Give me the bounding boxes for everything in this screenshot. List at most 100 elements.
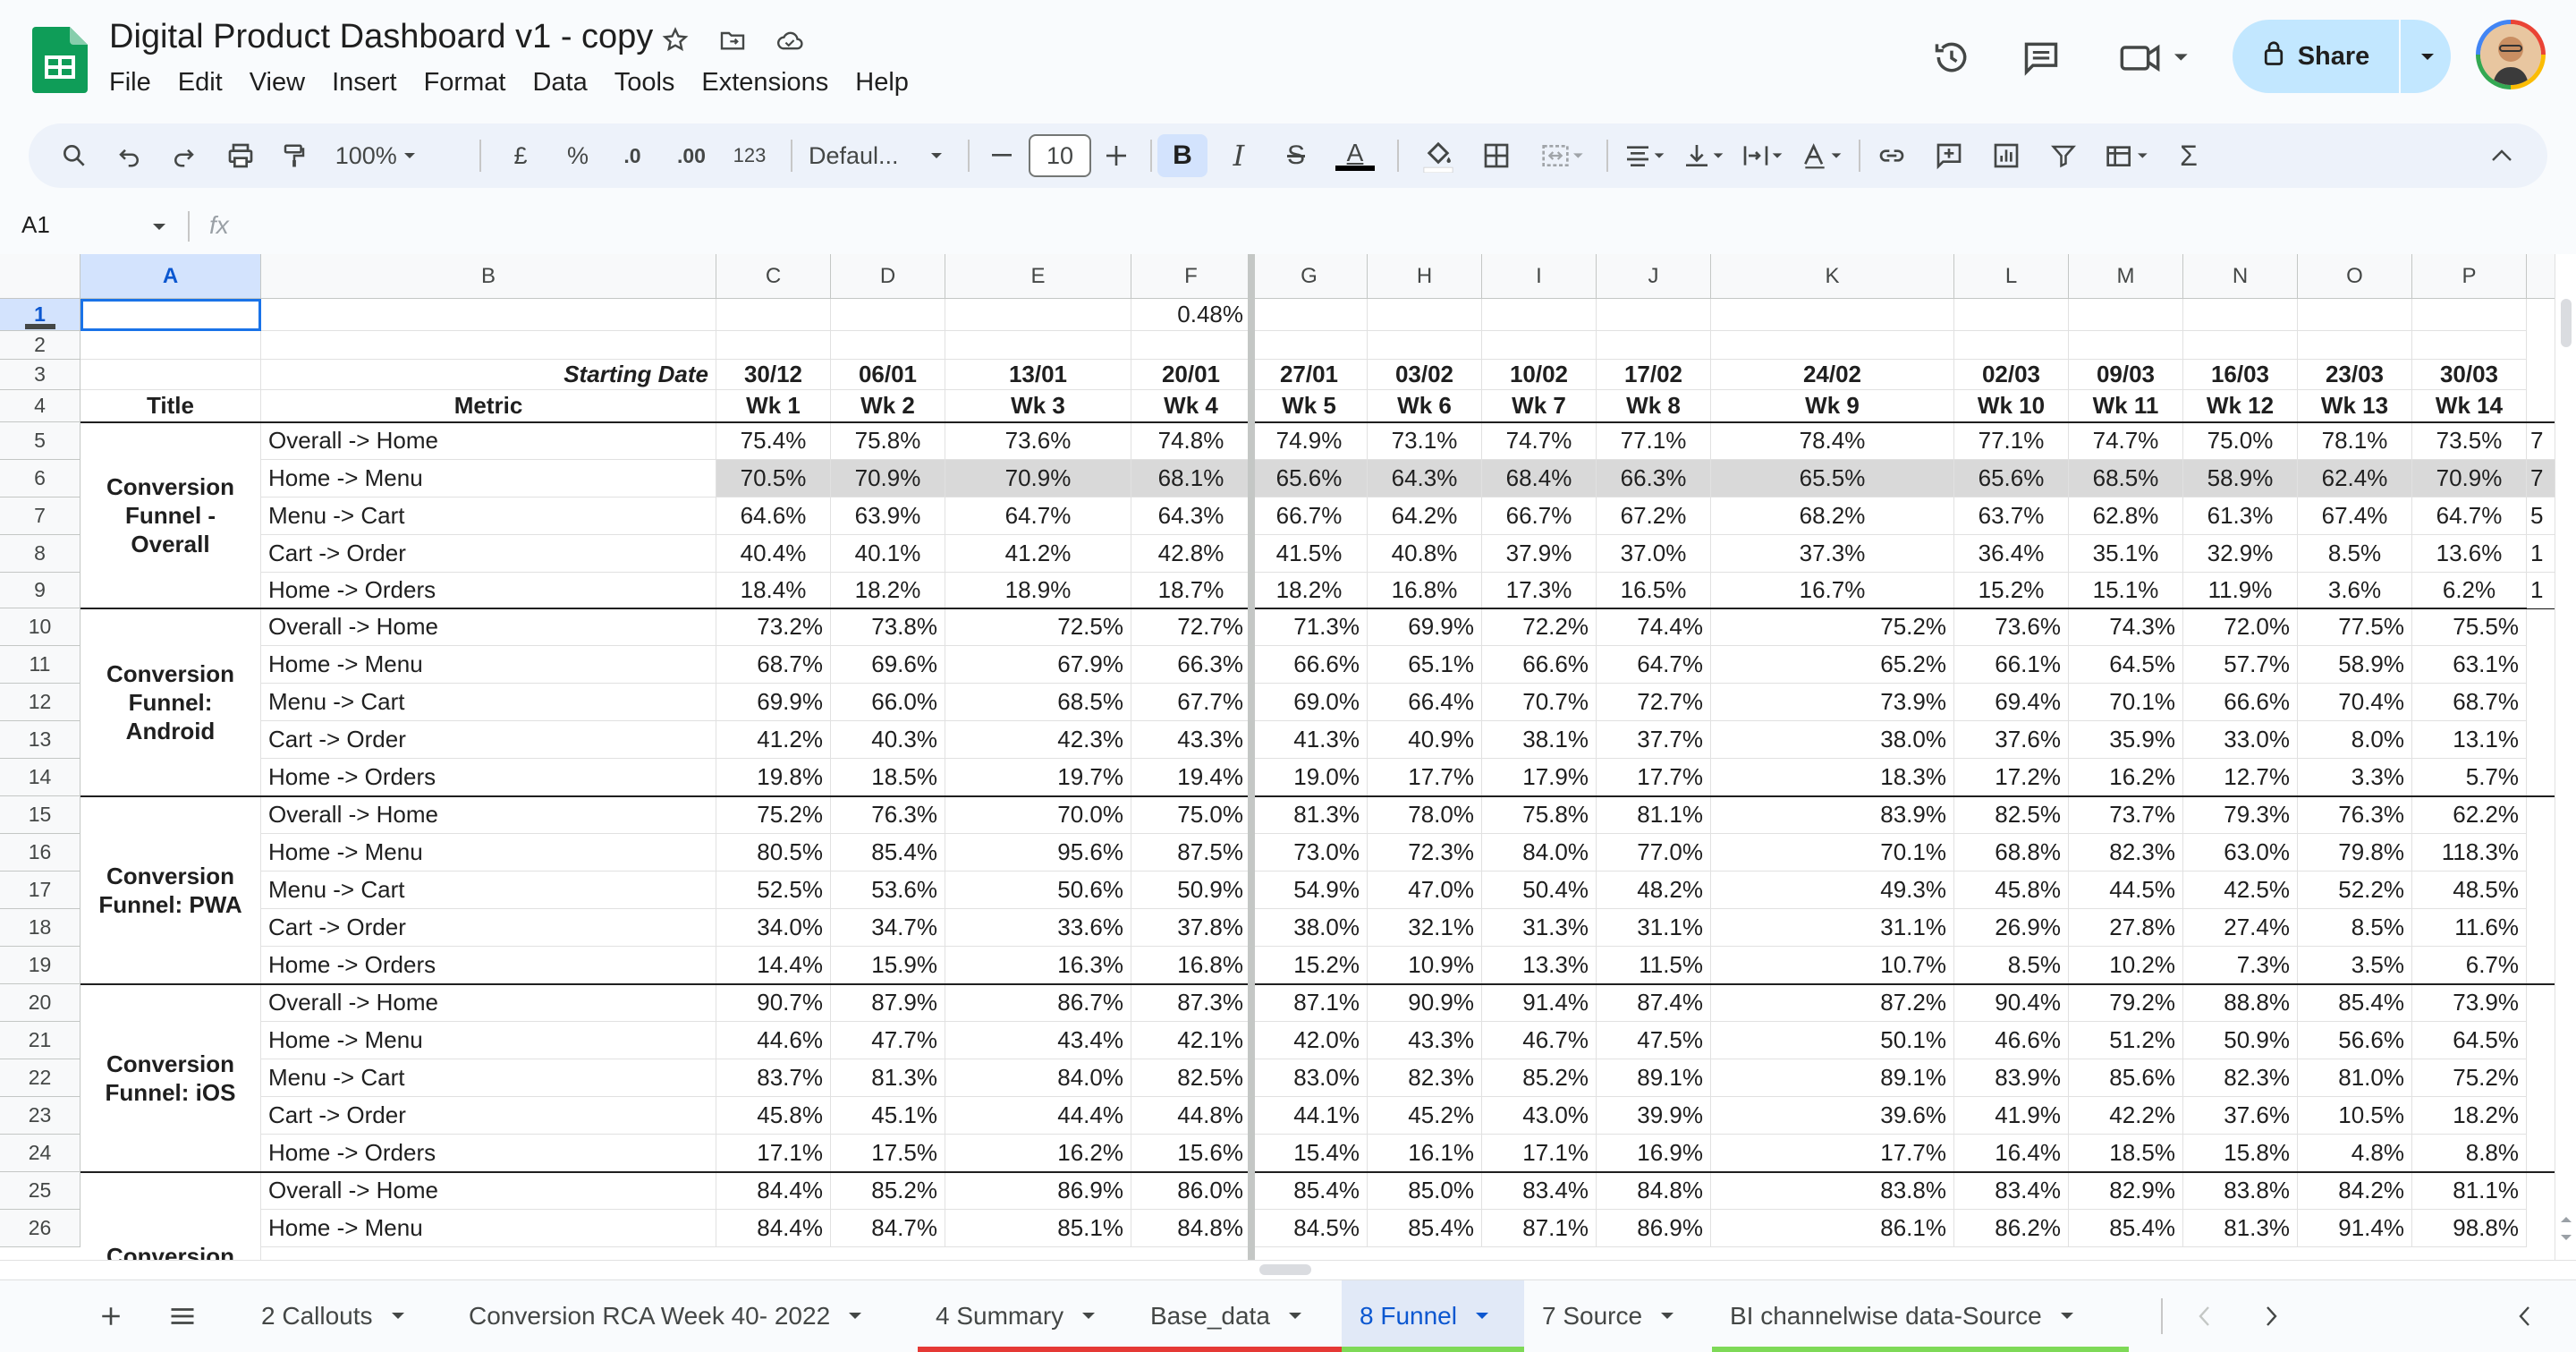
value-cell[interactable]: 17.5% bbox=[831, 1135, 945, 1172]
italic-button[interactable]: I bbox=[1218, 134, 1259, 177]
value-cell[interactable]: 13.6% bbox=[2412, 535, 2527, 573]
week-header-cell[interactable]: Wk 13 bbox=[2298, 390, 2412, 422]
value-cell[interactable]: 68.2% bbox=[1711, 497, 1954, 535]
metric-cell[interactable]: Overall -> Home bbox=[261, 1172, 716, 1210]
week-header-cell[interactable]: Wk 10 bbox=[1954, 390, 2069, 422]
value-cell[interactable]: 63.7% bbox=[1954, 497, 2069, 535]
value-cell[interactable]: 88.8% bbox=[2183, 984, 2298, 1022]
zoom-select[interactable]: 100% bbox=[333, 134, 419, 177]
value-cell[interactable]: 17.7% bbox=[1597, 759, 1711, 796]
value-cell[interactable]: 87.9% bbox=[831, 984, 945, 1022]
week-header-cell[interactable]: Wk 3 bbox=[945, 390, 1131, 422]
metric-cell[interactable]: Overall -> Home bbox=[261, 796, 716, 834]
value-cell[interactable]: 73.6% bbox=[945, 422, 1131, 460]
value-cell[interactable]: 8.8% bbox=[2412, 1135, 2527, 1172]
value-cell[interactable]: 84.0% bbox=[945, 1059, 1131, 1097]
font-family-select[interactable]: Defaul... bbox=[809, 134, 943, 177]
metric-cell[interactable]: Home -> Menu bbox=[261, 1210, 716, 1247]
value-cell[interactable]: 118.3% bbox=[2412, 834, 2527, 872]
value-cell[interactable]: 19.0% bbox=[1251, 759, 1368, 796]
value-cell[interactable]: 48.5% bbox=[2412, 872, 2527, 909]
value-cell[interactable]: 27.4% bbox=[2183, 909, 2298, 947]
value-cell[interactable]: 7.3% bbox=[2183, 947, 2298, 984]
value-cell[interactable]: 13.1% bbox=[2412, 721, 2527, 759]
value-cell[interactable]: 76.3% bbox=[2298, 796, 2412, 834]
value-cell[interactable]: 77.1% bbox=[1597, 422, 1711, 460]
value-cell[interactable]: 68.5% bbox=[945, 684, 1131, 721]
date-cell[interactable]: 13/01 bbox=[945, 360, 1131, 390]
metric-cell[interactable]: Menu -> Cart bbox=[261, 1059, 716, 1097]
horizontal-scroll-thumb[interactable] bbox=[1259, 1264, 1311, 1275]
value-cell[interactable]: 82.3% bbox=[1368, 1059, 1482, 1097]
group-title-cell[interactable]: Conversion Funnel: PWA bbox=[80, 796, 261, 984]
value-cell[interactable]: 39.6% bbox=[1711, 1097, 1954, 1135]
cell-q-partial[interactable]: 1 bbox=[2527, 573, 2555, 608]
value-cell[interactable]: 43.0% bbox=[1482, 1097, 1597, 1135]
column-header-a[interactable]: A bbox=[80, 254, 261, 299]
value-cell[interactable]: 40.9% bbox=[1368, 721, 1482, 759]
value-cell[interactable]: 17.7% bbox=[1711, 1135, 1954, 1172]
value-cell[interactable]: 84.4% bbox=[716, 1172, 831, 1210]
value-cell[interactable]: 63.1% bbox=[2412, 646, 2527, 684]
value-cell[interactable]: 74.3% bbox=[2069, 608, 2183, 646]
value-cell[interactable]: 70.7% bbox=[1482, 684, 1597, 721]
value-cell[interactable]: 87.1% bbox=[1482, 1210, 1597, 1247]
value-cell[interactable]: 81.3% bbox=[831, 1059, 945, 1097]
grid-cell[interactable] bbox=[2069, 299, 2183, 331]
value-cell[interactable]: 47.5% bbox=[1597, 1022, 1711, 1059]
row-header-6[interactable]: 6 bbox=[0, 460, 80, 497]
grid-cell[interactable] bbox=[831, 299, 945, 331]
grid-cell[interactable] bbox=[945, 299, 1131, 331]
value-cell[interactable]: 65.5% bbox=[1711, 460, 1954, 497]
value-cell[interactable]: 82.3% bbox=[2183, 1059, 2298, 1097]
value-cell[interactable]: 72.7% bbox=[1131, 608, 1251, 646]
grid-cell[interactable] bbox=[2069, 331, 2183, 360]
value-cell[interactable]: 66.1% bbox=[1954, 646, 2069, 684]
group-title-cell[interactable]: Conversion Funnel: iOS bbox=[80, 984, 261, 1172]
more-formats-button[interactable]: 123 bbox=[724, 134, 775, 177]
value-cell[interactable]: 82.9% bbox=[2069, 1172, 2183, 1210]
value-cell[interactable]: 83.9% bbox=[1954, 1059, 2069, 1097]
grid-cell[interactable] bbox=[945, 331, 1131, 360]
merge-cells-icon[interactable] bbox=[1531, 134, 1594, 177]
row-header-10[interactable]: 10 bbox=[0, 608, 80, 646]
currency-format-button[interactable]: £ bbox=[503, 134, 538, 177]
week-header-cell[interactable]: Wk 4 bbox=[1131, 390, 1251, 422]
value-cell[interactable]: 84.5% bbox=[1251, 1210, 1368, 1247]
value-cell[interactable]: 75.5% bbox=[2412, 608, 2527, 646]
value-cell[interactable]: 10.7% bbox=[1711, 947, 1954, 984]
column-header-j[interactable]: J bbox=[1597, 254, 1711, 299]
value-cell[interactable]: 6.2% bbox=[2412, 573, 2527, 608]
star-icon[interactable] bbox=[658, 23, 692, 57]
value-cell[interactable]: 37.9% bbox=[1482, 535, 1597, 573]
value-cell[interactable]: 15.6% bbox=[1131, 1135, 1251, 1172]
grid-cell[interactable] bbox=[1482, 331, 1597, 360]
value-cell[interactable]: 73.9% bbox=[2412, 984, 2527, 1022]
value-cell[interactable]: 18.2% bbox=[831, 573, 945, 608]
column-header-p[interactable]: P bbox=[2412, 254, 2527, 299]
value-cell[interactable]: 43.4% bbox=[945, 1022, 1131, 1059]
value-cell[interactable]: 70.1% bbox=[1711, 834, 1954, 872]
value-cell[interactable]: 85.0% bbox=[1368, 1172, 1482, 1210]
frozen-row-handle[interactable] bbox=[25, 324, 55, 329]
add-sheet-icon[interactable] bbox=[86, 1280, 136, 1352]
value-cell[interactable]: 75.8% bbox=[831, 422, 945, 460]
value-cell[interactable]: 62.2% bbox=[2412, 796, 2527, 834]
date-cell[interactable]: 03/02 bbox=[1368, 360, 1482, 390]
row-header-3[interactable]: 3 bbox=[0, 360, 80, 390]
value-cell[interactable]: 37.0% bbox=[1597, 535, 1711, 573]
menu-help[interactable]: Help bbox=[853, 66, 921, 103]
formula-input[interactable] bbox=[259, 208, 2549, 243]
metric-cell[interactable]: Menu -> Cart bbox=[261, 872, 716, 909]
value-cell[interactable]: 78.0% bbox=[1368, 796, 1482, 834]
column-header-b[interactable]: B bbox=[261, 254, 716, 299]
value-cell[interactable]: 46.7% bbox=[1482, 1022, 1597, 1059]
column-header-k[interactable]: K bbox=[1711, 254, 1954, 299]
collapse-toolbar-chevron-icon[interactable] bbox=[2481, 134, 2522, 177]
value-cell[interactable]: 69.4% bbox=[1954, 684, 2069, 721]
column-header-n[interactable]: N bbox=[2183, 254, 2298, 299]
value-cell[interactable]: 66.3% bbox=[1597, 460, 1711, 497]
value-cell[interactable]: 64.3% bbox=[1131, 497, 1251, 535]
value-cell[interactable]: 51.2% bbox=[2069, 1022, 2183, 1059]
scroll-down-arrow-icon[interactable] bbox=[2560, 1231, 2572, 1247]
